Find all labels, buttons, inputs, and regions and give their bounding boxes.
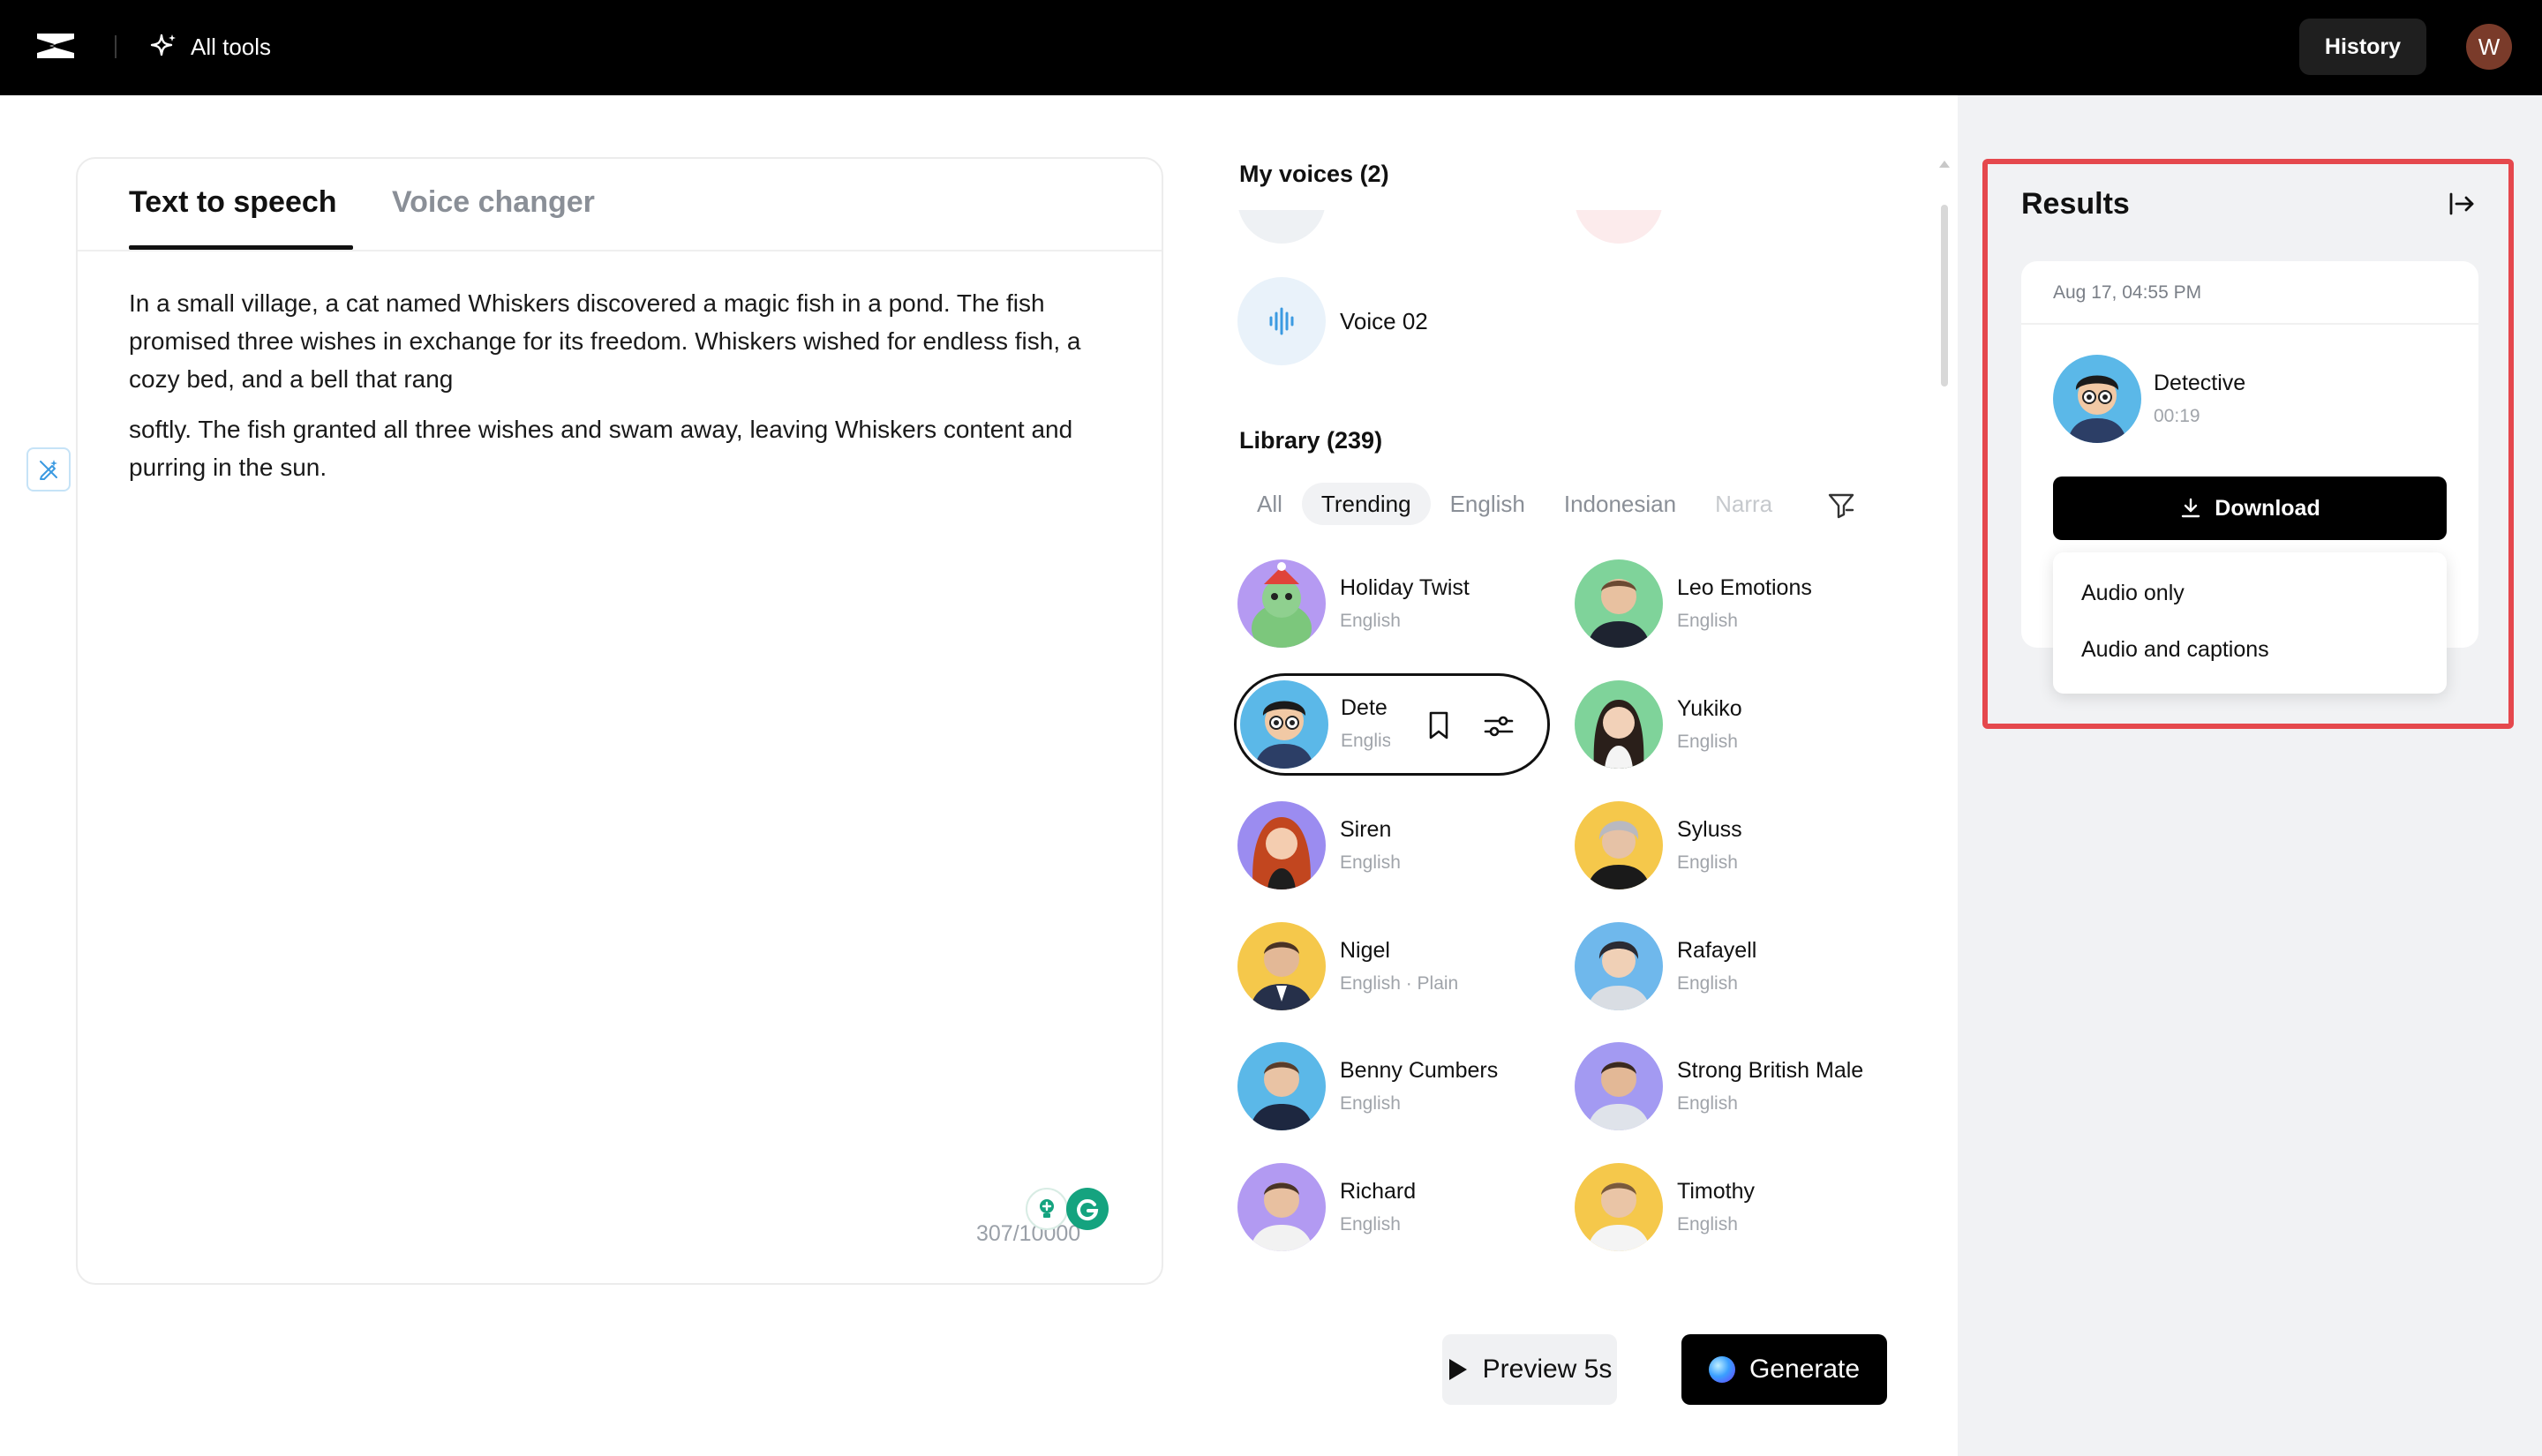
voice-card-holiday-twist[interactable]: Holiday Twist English: [1237, 558, 1564, 649]
my-voice-name: Voice 02: [1340, 307, 1428, 334]
all-tools-label: All tools: [191, 33, 272, 60]
voice-name: Dete: [1341, 695, 1388, 720]
filter-chip-indonesian[interactable]: Indonesian: [1545, 483, 1696, 525]
voice-language: English: [1340, 852, 1401, 873]
voice-name: Benny Cumbers: [1340, 1058, 1499, 1083]
filter-chip-narration[interactable]: Narra: [1696, 483, 1792, 525]
preview-label: Preview 5s: [1482, 1355, 1613, 1384]
capcut-logo-icon[interactable]: [34, 28, 78, 64]
voice-avatar: [1237, 801, 1326, 889]
magic-pen-icon: [40, 460, 57, 480]
voice-avatar: [1237, 922, 1326, 1010]
voice-name: Leo Emotions: [1677, 575, 1812, 600]
waveform-icon: [1237, 277, 1326, 365]
voice-avatar: [1575, 801, 1663, 889]
voice-avatar: [1575, 559, 1663, 648]
voice-card-richard[interactable]: Richard English: [1237, 1161, 1564, 1253]
voice-card-syluss[interactable]: Syluss English: [1575, 799, 1901, 891]
voice-avatar: [1237, 559, 1326, 648]
voice-avatar: [1575, 922, 1663, 1010]
voice-name: Siren: [1340, 817, 1392, 842]
voice-language: English: [1340, 611, 1401, 631]
voice-language: English: [1677, 973, 1738, 994]
generate-orb-icon: [1708, 1356, 1735, 1383]
lightbulb-icon: [1040, 1199, 1054, 1218]
magic-edit-button[interactable]: [26, 447, 71, 492]
voice-avatar: [1575, 680, 1663, 769]
library-title: Library (239): [1239, 427, 1383, 454]
script-paragraph: In a small village, a cat named Whiskers…: [129, 289, 1081, 393]
voice-name: Syluss: [1677, 817, 1742, 842]
script-paragraph: softly. The fish granted all three wishe…: [129, 416, 1073, 481]
generate-label: Generate: [1749, 1355, 1861, 1384]
tab-divider: [78, 250, 1162, 251]
voice-name: Strong British Male: [1677, 1058, 1864, 1083]
voice-avatar: [1237, 1042, 1326, 1130]
voice-card-yukiko[interactable]: Yukiko English: [1575, 679, 1901, 770]
tab-voice-changer[interactable]: Voice changer: [392, 185, 595, 220]
voice-language: Englis: [1341, 731, 1390, 751]
history-button[interactable]: History: [2299, 19, 2426, 75]
voice-card-detective-selected[interactable]: Dete Englis: [1234, 673, 1550, 776]
tab-text-to-speech[interactable]: Text to speech: [129, 185, 337, 220]
topbar-divider: [115, 35, 117, 58]
results-highlight-outline: [1982, 159, 2514, 729]
voice-card-timothy[interactable]: Timothy English: [1575, 1161, 1901, 1253]
voice-name: Nigel: [1340, 938, 1390, 963]
voice-language: English: [1677, 1093, 1738, 1114]
user-avatar[interactable]: W: [2466, 24, 2512, 70]
library-filter-bar: All Trending English Indonesian Narra: [1237, 481, 1864, 527]
grammarly-button[interactable]: [1066, 1188, 1109, 1230]
voice-card-benny-cumbers[interactable]: Benny Cumbers English: [1237, 1040, 1564, 1132]
voice-card-siren[interactable]: Siren English: [1237, 799, 1564, 891]
voice-card-leo-emotions[interactable]: Leo Emotions English: [1575, 558, 1901, 649]
voice-settings-icon[interactable]: [1482, 709, 1515, 743]
grammarly-g-icon: [1077, 1199, 1099, 1221]
voice-avatar: [1237, 1163, 1326, 1251]
voice-list-scrollbar[interactable]: [1941, 205, 1948, 387]
voice-name: Holiday Twist: [1340, 575, 1470, 600]
script-textarea[interactable]: In a small village, a cat named Whiskers…: [129, 284, 1126, 486]
voice-card-rafayell[interactable]: Rafayell English: [1575, 920, 1901, 1012]
voice-language: English: [1677, 611, 1738, 631]
my-voice-item[interactable]: Voice 02: [1237, 277, 1502, 365]
top-bar: All tools History W: [0, 0, 2542, 95]
voice-avatar: [1575, 1163, 1663, 1251]
voice-language: English: [1677, 732, 1738, 752]
voice-name: Richard: [1340, 1179, 1417, 1204]
voice-name: Rafayell: [1677, 938, 1757, 963]
voice-card-nigel[interactable]: Nigel English · Plain: [1237, 920, 1564, 1012]
preview-button[interactable]: Preview 5s: [1442, 1334, 1617, 1405]
grammarly-suggest-button[interactable]: [1026, 1188, 1068, 1230]
filter-funnel-icon[interactable]: [1825, 489, 1857, 521]
sparkle-icon: [150, 34, 176, 56]
voice-language: English: [1677, 852, 1738, 873]
scroll-up-arrow[interactable]: [1939, 161, 1950, 168]
filter-chip-trending[interactable]: Trending: [1301, 483, 1431, 525]
filter-chip-english[interactable]: English: [1431, 483, 1545, 525]
play-icon: [1448, 1359, 1467, 1380]
character-counter: 307/10000: [976, 1221, 1081, 1246]
voice-name: Yukiko: [1677, 696, 1742, 721]
text-editor-card: Text to speech Voice changer In a small …: [76, 157, 1163, 1285]
my-voices-title: My voices (2): [1239, 161, 1389, 187]
voice-name: Timothy: [1677, 1179, 1755, 1204]
voice-language: English: [1340, 1214, 1401, 1235]
bookmark-icon[interactable]: [1424, 709, 1454, 741]
my-voice-avatar-partial[interactable]: [1575, 210, 1663, 244]
all-tools-button[interactable]: All tools: [148, 26, 271, 67]
generate-button[interactable]: Generate: [1681, 1334, 1887, 1405]
voice-language: English · Plain: [1340, 973, 1459, 994]
voice-language: English: [1340, 1093, 1401, 1114]
voice-avatar: [1240, 680, 1328, 769]
voice-avatar: [1575, 1042, 1663, 1130]
voice-language: English: [1677, 1214, 1738, 1235]
filter-chip-all[interactable]: All: [1237, 483, 1302, 525]
voice-card-strong-british-male[interactable]: Strong British Male English: [1575, 1040, 1901, 1132]
